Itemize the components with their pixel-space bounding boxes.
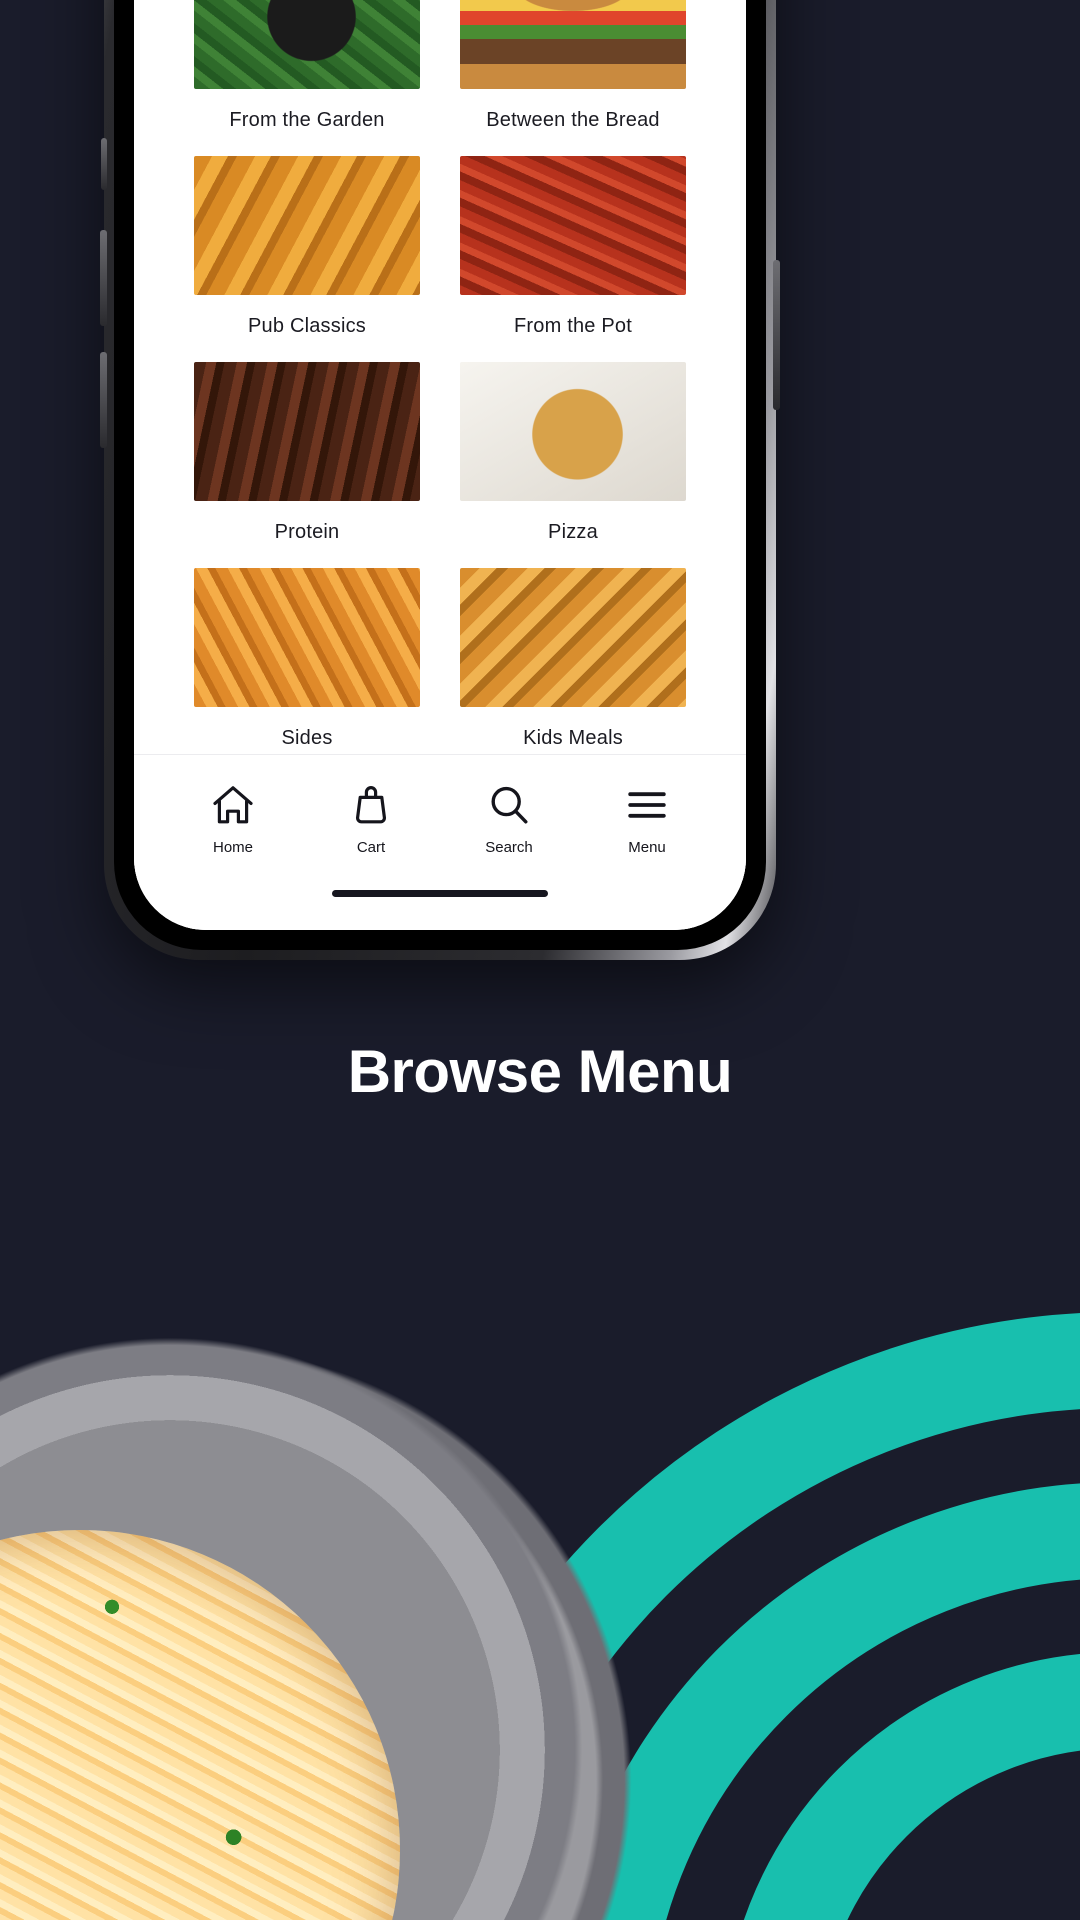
tab-home[interactable]: Home bbox=[164, 781, 302, 856]
phone-volume-up-button bbox=[100, 230, 107, 326]
fried-chicken-photo bbox=[460, 568, 686, 707]
schnitzel-photo bbox=[194, 156, 420, 295]
menu-category-card[interactable]: Pizza bbox=[460, 362, 686, 568]
category-label: Between the Bread bbox=[486, 109, 660, 131]
bottom-tab-bar: Home Cart Search Menu bbox=[134, 754, 746, 856]
tab-label: Search bbox=[485, 839, 533, 856]
burger-photo bbox=[460, 0, 686, 89]
tab-cart[interactable]: Cart bbox=[302, 781, 440, 856]
steak-photo bbox=[194, 362, 420, 501]
menu-category-card[interactable]: Kids Meals bbox=[460, 568, 686, 754]
tab-menu[interactable]: Menu bbox=[578, 781, 716, 856]
pasta-photo bbox=[460, 156, 686, 295]
menu-category-card[interactable]: Protein bbox=[194, 362, 420, 568]
phone-mockup: From the Garden Between the Bread Pub Cl… bbox=[100, 0, 780, 960]
tab-label: Home bbox=[212, 839, 253, 856]
menu-category-card[interactable]: Pub Classics bbox=[194, 156, 420, 362]
category-label: Pub Classics bbox=[248, 315, 366, 337]
hamburger-menu-icon bbox=[628, 792, 666, 818]
menu-scroll-area[interactable]: From the Garden Between the Bread Pub Cl… bbox=[134, 0, 746, 754]
menu-category-card[interactable]: From the Garden bbox=[194, 0, 420, 156]
teal-concentric-arcs-decoration bbox=[393, 1313, 1080, 1920]
fries-photo bbox=[194, 568, 420, 707]
category-label: From the Garden bbox=[229, 109, 385, 131]
category-label: Sides bbox=[281, 727, 333, 749]
home-indicator[interactable] bbox=[332, 889, 548, 897]
food-ordering-app: From the Garden Between the Bread Pub Cl… bbox=[134, 0, 746, 930]
phone-volume-down-button bbox=[100, 352, 107, 448]
search-icon bbox=[491, 786, 528, 824]
phone-power-button bbox=[773, 260, 780, 410]
shopping-bag-icon bbox=[356, 786, 386, 824]
menu-category-card[interactable]: Sides bbox=[194, 568, 420, 754]
category-label: Kids Meals bbox=[523, 727, 623, 749]
menu-category-card[interactable]: Between the Bread bbox=[460, 0, 686, 156]
category-label: Pizza bbox=[548, 521, 598, 543]
phone-bezel: From the Garden Between the Bread Pub Cl… bbox=[114, 0, 766, 950]
menu-category-grid: From the Garden Between the Bread Pub Cl… bbox=[194, 0, 686, 754]
phone-mute-switch bbox=[101, 138, 107, 190]
category-label: Protein bbox=[274, 521, 340, 543]
spaghetti-food bbox=[0, 1530, 400, 1920]
menu-category-card[interactable]: From the Pot bbox=[460, 156, 686, 362]
home-indicator-area bbox=[134, 856, 746, 930]
tab-search[interactable]: Search bbox=[440, 781, 578, 856]
home-icon bbox=[213, 786, 253, 824]
salad-photo bbox=[194, 0, 420, 89]
tab-label: Menu bbox=[628, 839, 666, 856]
tab-label: Cart bbox=[356, 839, 386, 856]
pizza-photo bbox=[460, 362, 686, 501]
page-title: Browse Menu bbox=[347, 1038, 733, 1105]
category-label: From the Pot bbox=[514, 315, 632, 337]
phone-screen: From the Garden Between the Bread Pub Cl… bbox=[134, 0, 746, 930]
